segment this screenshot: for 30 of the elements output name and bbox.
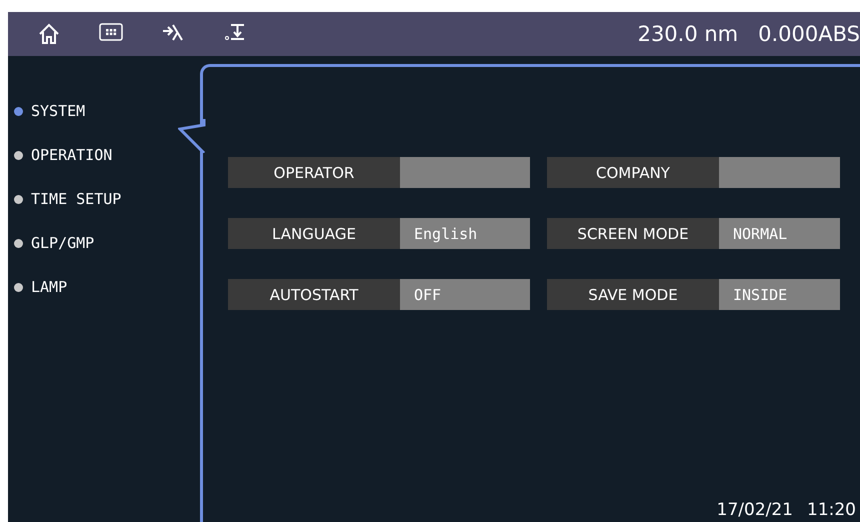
arrow-lambda-icon[interactable] xyxy=(162,23,184,41)
setting-label: AUTOSTART xyxy=(228,279,400,310)
menu-label: LAMP xyxy=(31,278,68,296)
setting-value-field[interactable]: OFF xyxy=(400,279,530,310)
menu-label: GLP/GMP xyxy=(31,234,94,252)
menu-item[interactable]: SYSTEM xyxy=(8,102,200,120)
absorbance-reading: 0.000ABS xyxy=(758,22,860,46)
date-text: 17/02/21 xyxy=(716,500,793,520)
setting-value-field[interactable] xyxy=(719,157,840,188)
menu-item[interactable]: LAMP xyxy=(8,278,200,296)
menu-item[interactable]: TIME SETUP xyxy=(8,190,200,208)
menu-label: TIME SETUP xyxy=(31,190,122,208)
setting-label: OPERATOR xyxy=(228,157,400,188)
menu-item[interactable]: OPERATION xyxy=(8,146,200,164)
wavelength-reading: 230.0 nm xyxy=(638,22,738,46)
menu-label: OPERATION xyxy=(31,146,112,164)
home-icon[interactable] xyxy=(38,23,60,45)
keypad-icon[interactable] xyxy=(99,23,123,41)
setting-value-field[interactable]: INSIDE xyxy=(719,279,840,310)
time-text: 11:20 xyxy=(807,500,856,520)
setting-value-field[interactable]: NORMAL xyxy=(719,218,840,249)
setting-value-field[interactable] xyxy=(400,157,530,188)
zero-baseline-icon[interactable] xyxy=(224,23,246,41)
setting-label: LANGUAGE xyxy=(228,218,400,249)
menu-item[interactable]: GLP/GMP xyxy=(8,234,200,252)
setting-label: COMPANY xyxy=(547,157,719,188)
setting-label: SCREEN MODE xyxy=(547,218,719,249)
setting-value-field[interactable]: English xyxy=(400,218,530,249)
menu-label: SYSTEM xyxy=(31,102,86,120)
setting-label: SAVE MODE xyxy=(547,279,719,310)
